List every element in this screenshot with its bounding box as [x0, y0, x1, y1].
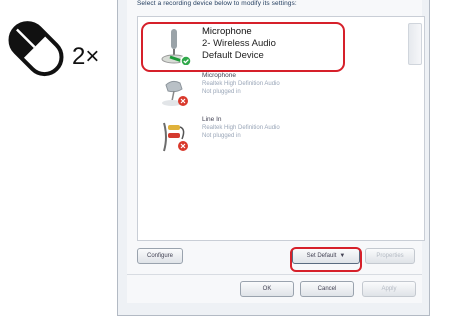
- properties-button[interactable]: Properties: [365, 248, 415, 264]
- device-item-wireless-microphone[interactable]: Microphone 2- Wireless Audio Default Dev…: [138, 23, 408, 67]
- device-name: Microphone: [202, 26, 252, 37]
- scrollbar[interactable]: [408, 23, 422, 65]
- device-status: Not plugged in: [202, 133, 241, 139]
- double-click-hint: 2×: [2, 14, 114, 84]
- device-list[interactable]: Microphone 2- Wireless Audio Default Dev…: [137, 16, 425, 241]
- device-item-line-in[interactable]: Line In Realtek High Definition Audio No…: [138, 113, 408, 157]
- device-name: Line In: [202, 116, 222, 123]
- set-default-button[interactable]: Set Default ▼: [292, 248, 360, 264]
- divider: [127, 274, 422, 275]
- apply-button[interactable]: Apply: [362, 281, 416, 297]
- device-item-microphone[interactable]: Microphone Realtek High Definition Audio…: [138, 69, 408, 113]
- recording-dialog: Select a recording device below to modif…: [117, 0, 430, 316]
- microphone-icon: [162, 80, 188, 106]
- device-driver: Realtek High Definition Audio: [202, 125, 280, 131]
- device-driver: Realtek High Definition Audio: [202, 81, 280, 87]
- device-name: Microphone: [202, 72, 236, 79]
- line-in-icon: [163, 122, 188, 152]
- recording-tab-panel: Select a recording device below to modif…: [127, 0, 425, 303]
- dropdown-arrow-icon: ▼: [339, 253, 346, 259]
- cancel-button[interactable]: Cancel: [300, 281, 354, 297]
- set-default-label: Set Default: [306, 253, 337, 259]
- microphone-icon: [161, 29, 192, 65]
- click-count-label: 2×: [72, 43, 100, 70]
- configure-button[interactable]: Configure: [137, 248, 183, 264]
- instruction-text: Select a recording device below to modif…: [137, 0, 297, 7]
- device-driver: 2- Wireless Audio: [202, 38, 276, 49]
- ok-button[interactable]: OK: [240, 281, 294, 297]
- device-status: Default Device: [202, 50, 264, 61]
- device-status: Not plugged in: [202, 89, 241, 95]
- mouse-icon: [8, 21, 64, 77]
